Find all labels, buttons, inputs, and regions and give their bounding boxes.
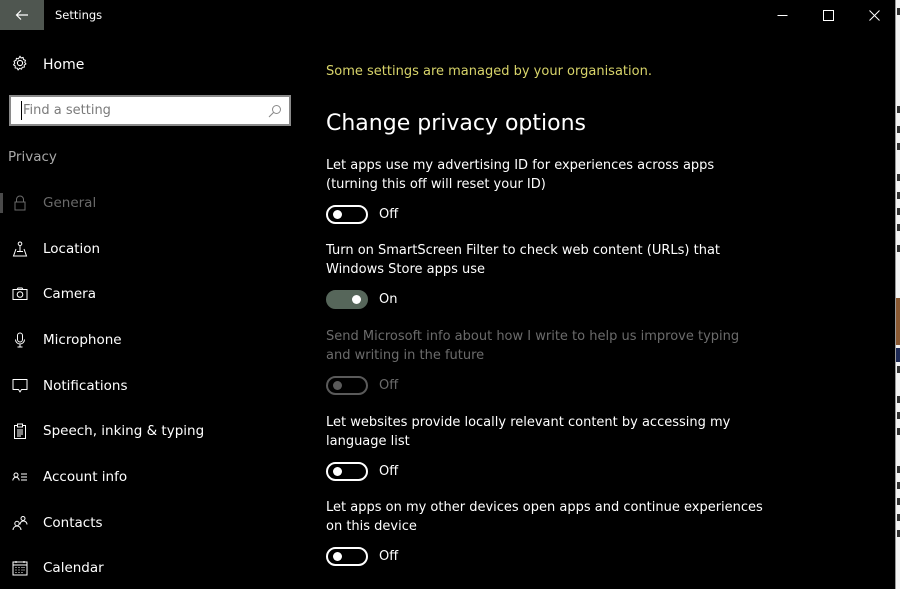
advertising-id-toggle[interactable] [326, 204, 368, 224]
sidebar-home[interactable]: Home [12, 55, 84, 75]
toggle-knob [352, 295, 361, 304]
sidebar-item-camera[interactable]: Camera [0, 271, 300, 317]
sidebar-item-label: General [43, 194, 97, 211]
sidebar-item-label: Contacts [43, 514, 103, 531]
sidebar-item-microphone[interactable]: Microphone [0, 317, 300, 363]
setting-description: Send Microsoft info about how I write to… [326, 329, 740, 363]
section-label-privacy: Privacy [8, 149, 57, 165]
sidebar-item-notifications[interactable]: Notifications [0, 363, 300, 409]
close-icon [868, 6, 880, 25]
sidebar-item-speech-inking-typing[interactable]: Speech, inking & typing [0, 408, 300, 454]
sidebar-item-label: Microphone [43, 331, 122, 348]
maximize-button[interactable] [805, 0, 851, 30]
sidebar-nav: General Location Camera Microphone Notif… [0, 180, 300, 589]
toggle-state: On [379, 291, 398, 307]
smartscreen-toggle[interactable] [326, 289, 368, 309]
clipboard-icon [12, 423, 28, 440]
home-label: Home [43, 57, 85, 73]
background-window-edge [895, 0, 900, 589]
toggle-state: Off [379, 463, 399, 479]
setting-advertising-id: Let apps use my advertising ID for exper… [326, 156, 766, 224]
sidebar-item-calendar[interactable]: Calendar [0, 546, 300, 589]
setting-language-list: Let websites provide locally relevant co… [326, 413, 766, 481]
setting-description: Let websites provide locally relevant co… [326, 415, 731, 449]
minimize-button[interactable] [759, 0, 805, 30]
setting-typing-info: Send Microsoft info about how I write to… [326, 327, 766, 395]
microphone-icon [12, 332, 28, 348]
typing-info-toggle [326, 375, 368, 395]
contacts-icon [12, 515, 28, 531]
close-button[interactable] [851, 0, 897, 30]
managed-notice: Some settings are managed by your organi… [326, 64, 652, 79]
setting-description: Let apps use my advertising ID for exper… [326, 158, 715, 192]
account-info-icon [12, 469, 28, 485]
setting-smartscreen: Turn on SmartScreen Filter to check web … [326, 241, 766, 309]
toggle-knob [333, 467, 342, 476]
notification-icon [12, 378, 28, 394]
window-title: Settings [55, 8, 103, 22]
toggle-state: Off [379, 548, 399, 564]
sidebar-item-label: Speech, inking & typing [43, 423, 205, 440]
settings-window: Settings Home Find a setting Privacy Gen… [0, 0, 895, 589]
setting-description: Turn on SmartScreen Filter to check web … [326, 243, 721, 277]
title-bar: Settings [0, 0, 895, 30]
location-icon [12, 241, 28, 257]
search-icon[interactable] [268, 103, 282, 118]
sidebar-item-account-info[interactable]: Account info [0, 454, 300, 500]
toggle-state: Off [379, 377, 399, 393]
gear-icon [12, 55, 28, 75]
active-indicator [0, 193, 3, 213]
sidebar-item-location[interactable]: Location [0, 226, 300, 272]
minimize-icon [777, 6, 788, 25]
back-arrow-icon [15, 6, 29, 25]
camera-icon [12, 286, 28, 302]
sidebar-item-label: Account info [43, 468, 128, 485]
setting-description: Let apps on my other devices open apps a… [326, 500, 763, 534]
sidebar-item-label: Calendar [43, 560, 104, 577]
toggle-state: Off [379, 206, 399, 222]
maximize-icon [822, 6, 834, 25]
lock-icon [12, 195, 28, 211]
toggle-knob [333, 552, 342, 561]
other-devices-toggle[interactable] [326, 546, 368, 566]
sidebar-item-label: Notifications [43, 377, 128, 394]
setting-other-devices: Let apps on my other devices open apps a… [326, 498, 766, 566]
back-button[interactable] [0, 0, 44, 30]
calendar-icon [12, 560, 28, 576]
sidebar-item-general[interactable]: General [0, 180, 300, 226]
language-list-toggle[interactable] [326, 461, 368, 481]
sidebar: Home Privacy General Location [0, 30, 300, 589]
toggle-knob [333, 381, 342, 390]
search-box[interactable] [9, 95, 291, 126]
sidebar-item-contacts[interactable]: Contacts [0, 500, 300, 546]
toggle-knob [333, 210, 342, 219]
search-input[interactable] [21, 101, 261, 120]
sidebar-item-label: Location [43, 240, 101, 257]
page-heading: Change privacy options [326, 111, 586, 136]
sidebar-item-label: Camera [43, 286, 96, 303]
